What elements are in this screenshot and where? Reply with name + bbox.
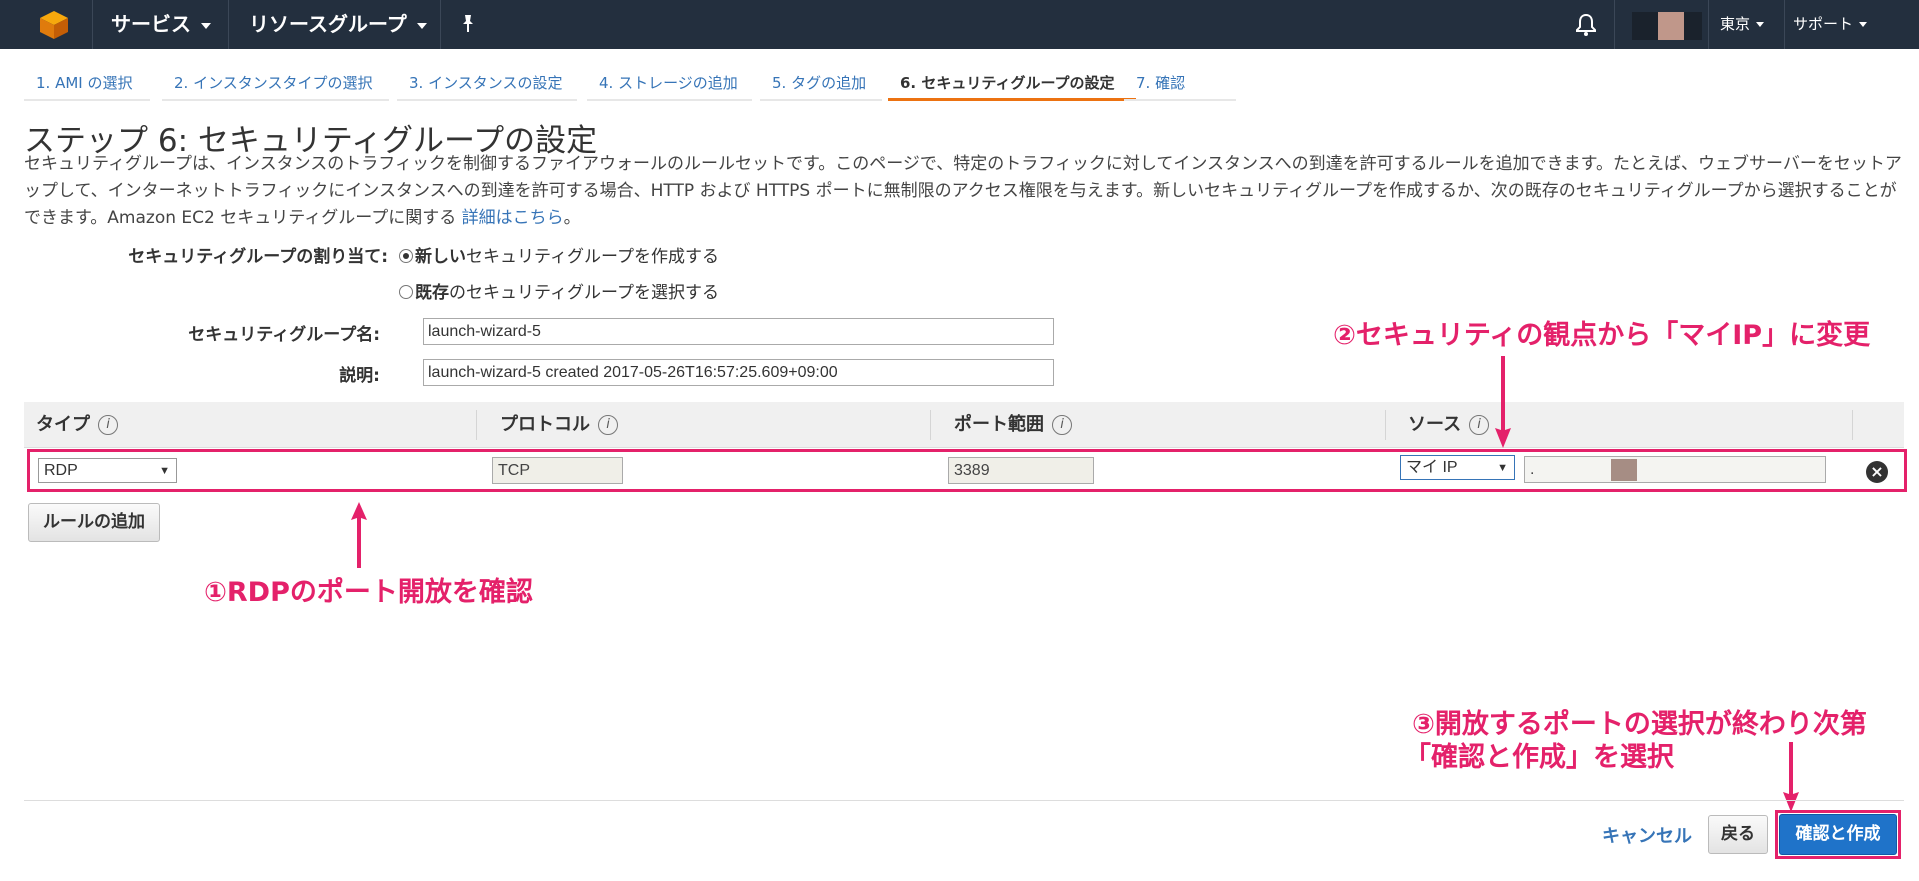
type-select[interactable]: RDP ▼ [38, 458, 177, 483]
bell-icon[interactable] [1575, 13, 1597, 41]
chevron-down-icon [201, 22, 211, 29]
dropdown-arrow-icon: ▼ [1497, 462, 1508, 474]
page-description: セキュリティグループは、インスタンスのトラフィックを制御するファイアウォールのル… [24, 151, 1904, 232]
column-divider [930, 410, 931, 440]
tab-review[interactable]: 7. 確認 [1124, 68, 1236, 101]
avatar [1658, 12, 1684, 40]
rules-table-header: タイプ i プロトコル i ポート範囲 i ソース i [24, 402, 1904, 448]
description-input[interactable]: launch-wizard-5 created 2017-05-26T16:57… [423, 359, 1054, 386]
region-label: 東京 [1720, 15, 1751, 33]
column-divider [476, 410, 477, 440]
services-menu[interactable]: サービス [111, 0, 211, 49]
column-divider [1852, 410, 1853, 440]
header-source-label: ソース [1408, 414, 1462, 435]
radio-existing-group[interactable]: 既存のセキュリティグループを選択する [399, 278, 719, 303]
add-rule-button[interactable]: ルールの追加 [28, 503, 160, 542]
divider [1784, 0, 1785, 49]
radio-existing-text: のセキュリティグループを選択する [449, 283, 719, 303]
info-icon[interactable]: i [1469, 415, 1490, 435]
support-label: サポート [1793, 15, 1854, 33]
support-menu[interactable]: サポート [1793, 0, 1868, 49]
header-protocol: プロトコル i [488, 402, 618, 448]
source-ip-value: . [1530, 461, 1535, 478]
tab-security-group[interactable]: 6. セキュリティグループの設定 [888, 68, 1136, 101]
assign-label: セキュリティグループの割り当て: [128, 247, 388, 267]
group-name-input[interactable]: launch-wizard-5 [423, 318, 1054, 345]
services-label: サービス [111, 12, 191, 36]
annotation-arrow-up-icon [349, 502, 369, 572]
redacted-ip-block [1611, 459, 1637, 481]
header-port-label: ポート範囲 [954, 414, 1044, 435]
pin-icon[interactable] [460, 14, 476, 38]
divider [228, 0, 229, 49]
header-protocol-label: プロトコル [500, 414, 590, 435]
remove-rule-icon[interactable]: × [1866, 461, 1888, 483]
annotation-rdp-note: ①RDPのポート開放を確認 [204, 577, 533, 608]
details-link[interactable]: 詳細はこちら [462, 208, 564, 228]
dropdown-arrow-icon: ▼ [159, 465, 170, 477]
footer-divider [24, 800, 1904, 801]
chevron-down-icon [1756, 22, 1765, 27]
tab-instance-type[interactable]: 2. インスタンスタイプの選択 [162, 68, 389, 101]
header-port-range: ポート範囲 i [942, 402, 1072, 448]
info-icon[interactable]: i [98, 415, 118, 435]
radio-new-bold: 新しい [415, 247, 466, 267]
divider [92, 0, 93, 49]
resource-groups-label: リソースグループ [249, 12, 407, 36]
back-button[interactable]: 戻る [1708, 815, 1768, 854]
source-value: マイ IP [1406, 459, 1458, 476]
tab-storage[interactable]: 4. ストレージの追加 [587, 68, 752, 101]
aws-logo-icon[interactable] [38, 10, 70, 40]
tab-ami[interactable]: 1. AMI の選択 [24, 68, 150, 101]
top-navigation-bar: サービス リソースグループ 東京 サポート [0, 0, 1919, 49]
radio-new-text: セキュリティグループを作成する [466, 247, 719, 267]
resource-groups-menu[interactable]: リソースグループ [249, 0, 427, 49]
review-launch-button[interactable]: 確認と作成 [1779, 814, 1897, 855]
source-ip-field[interactable]: . [1524, 456, 1826, 483]
tab-tags[interactable]: 5. タグの追加 [760, 68, 882, 101]
radio-unselected-icon[interactable] [399, 285, 413, 299]
description-label: 説明: [339, 366, 380, 386]
chevron-down-icon [1859, 22, 1868, 27]
annotation-arrow-down-icon [1493, 356, 1513, 452]
group-name-label: セキュリティグループ名: [188, 325, 380, 345]
radio-selected-icon[interactable] [399, 249, 413, 263]
header-type: タイプ i [24, 402, 118, 448]
divider [1614, 0, 1615, 49]
region-menu[interactable]: 東京 [1720, 0, 1765, 49]
description-text: セキュリティグループは、インスタンスのトラフィックを制御するファイアウォールのル… [24, 154, 1902, 228]
annotation-review-note-line2: 「確認と作成」を選択 [1404, 742, 1674, 773]
header-type-label: タイプ [36, 414, 90, 435]
source-select[interactable]: マイ IP ▼ [1400, 455, 1515, 480]
info-icon[interactable]: i [598, 415, 618, 435]
cancel-link[interactable]: キャンセル [1602, 822, 1692, 848]
port-range-field: 3389 [948, 457, 1094, 484]
description-suffix: 。 [563, 208, 581, 228]
protocol-field: TCP [492, 457, 623, 484]
divider [1708, 0, 1709, 49]
chevron-down-icon [416, 22, 427, 29]
annotation-myip-note: ②セキュリティの観点から「マイIP」に変更 [1333, 320, 1871, 351]
tab-instance-config[interactable]: 3. インスタンスの設定 [397, 68, 577, 101]
divider [440, 0, 441, 49]
column-divider [1385, 410, 1386, 440]
type-value: RDP [44, 462, 78, 479]
header-source: ソース i [1396, 402, 1490, 448]
info-icon[interactable]: i [1052, 415, 1072, 435]
radio-new-group[interactable]: 新しいセキュリティグループを作成する [399, 242, 719, 267]
annotation-arrow-down-icon [1781, 742, 1801, 816]
radio-existing-bold: 既存 [415, 283, 449, 303]
